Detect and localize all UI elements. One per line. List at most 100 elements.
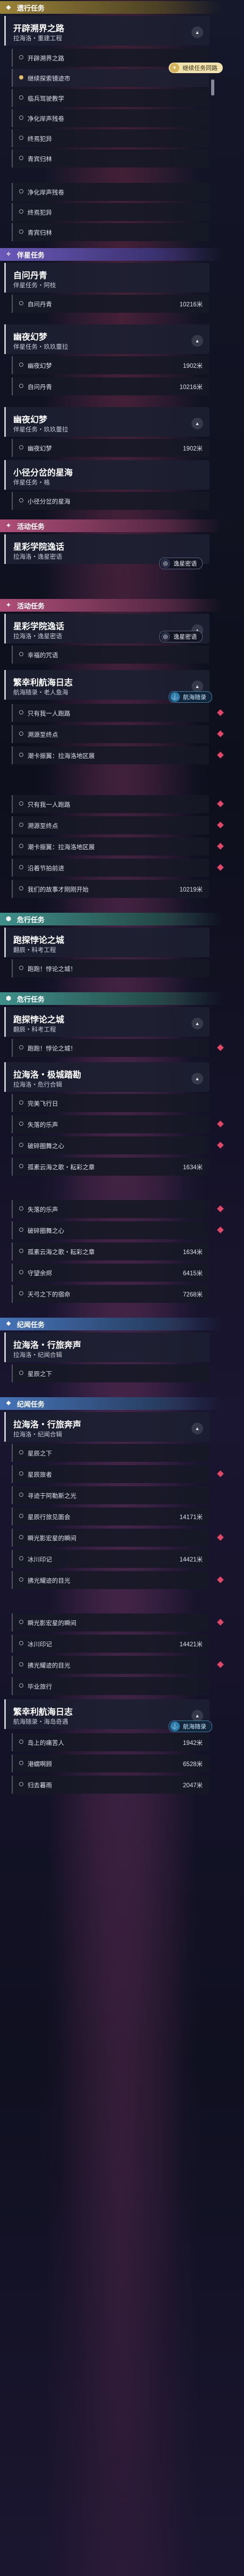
step-indicator-icon bbox=[19, 652, 23, 656]
quest-card[interactable]: 拉海洛・极城踏勘 拉海洛・危行合辑 ▲ bbox=[4, 1062, 210, 1092]
quest-step[interactable]: 岛上的痛苦人 1942米 bbox=[12, 1733, 209, 1751]
quest-step[interactable]: 星辰之下 bbox=[12, 1364, 209, 1382]
quest-step[interactable]: 幽夜幻梦 1902米 bbox=[12, 439, 209, 457]
section-header-chronicle: ❖ 纪闻任务 bbox=[0, 1397, 223, 1410]
quest-card[interactable]: 跑探悖论之城 翻辰・科考工程 bbox=[4, 928, 210, 957]
quest-card[interactable]: 幽夜幻梦 伴星任务・玖玖蕾拉 ▲ bbox=[4, 324, 210, 354]
distance-label: 10216米 bbox=[179, 302, 203, 308]
step-indicator-icon bbox=[19, 823, 23, 827]
quest-step[interactable]: 幸福的咒语 bbox=[12, 646, 209, 664]
quest-step[interactable]: 毕业旅行 bbox=[12, 1677, 209, 1695]
quest-step[interactable]: 拂光耀迹的目光 bbox=[12, 1571, 209, 1589]
quest-step[interactable]: 星辰旅者 bbox=[12, 1465, 209, 1483]
quest-step[interactable]: 完美飞行日 bbox=[12, 1094, 209, 1112]
quest-step[interactable]: 净化岸声残卷 bbox=[12, 109, 209, 127]
quest-step[interactable]: 守望余烬 6415米 bbox=[12, 1264, 209, 1282]
quest-step[interactable]: 我们的故事才刚刚开始 10219米 bbox=[12, 880, 209, 898]
objective-marker-icon bbox=[217, 752, 224, 758]
chevron-up-icon[interactable]: ▲ bbox=[191, 27, 203, 38]
quest-step[interactable]: 跑跑！悖论之城！ bbox=[12, 959, 209, 977]
quest-step[interactable]: 跑跑！悖论之城！ bbox=[12, 1039, 209, 1057]
quest-step[interactable]: 溯源至终点 bbox=[12, 725, 209, 743]
quest-card[interactable]: 自问丹青 伴星任务・阿枝 bbox=[4, 263, 210, 293]
chevron-up-icon[interactable]: ▲ bbox=[191, 418, 203, 429]
quest-step[interactable]: 失落的乐声 bbox=[12, 1115, 209, 1133]
quest-step[interactable]: 溯源至终点 bbox=[12, 816, 209, 834]
quest-card[interactable]: 小径分岔的星海 伴星任务・格 bbox=[4, 460, 210, 490]
section-label: 遗行任务 bbox=[17, 4, 45, 12]
quest-step[interactable]: 沿着节拍前进 bbox=[12, 859, 209, 877]
quest-step[interactable]: 自问丹青 10216米 bbox=[12, 377, 209, 395]
chevron-up-icon[interactable]: ▲ bbox=[191, 1423, 203, 1434]
quest-step[interactable]: 冰川印记 14421米 bbox=[12, 1550, 209, 1568]
quest-step[interactable]: 拂光耀迹的目光 bbox=[12, 1656, 209, 1674]
step-indicator-icon bbox=[19, 710, 23, 714]
event-icon: ✦ bbox=[6, 602, 11, 608]
step-indicator-icon bbox=[19, 136, 23, 140]
quest-step[interactable]: 临兵驾驶教学 bbox=[12, 89, 209, 107]
objective-marker-icon bbox=[217, 843, 224, 850]
quest-step[interactable]: 归去暮雨 2047米 bbox=[12, 1776, 209, 1794]
anchor-icon: ⚓ bbox=[170, 1722, 180, 1731]
chronicle-icon: ❖ bbox=[6, 1320, 11, 1327]
quest-step[interactable]: 终焉犯异 bbox=[12, 129, 209, 147]
quest-step[interactable]: 自问丹青 10216米 bbox=[12, 295, 209, 313]
chevron-up-icon[interactable]: ▲ bbox=[191, 1018, 203, 1029]
quest-card[interactable]: 拉海洛・行旅奔声 拉海洛・纪闻合辑 ▲ bbox=[4, 1412, 210, 1442]
voyage-tag[interactable]: ⚓ 航海随录 bbox=[169, 1721, 212, 1732]
continue-quest-tag[interactable]: ✦ 继续任务同路 bbox=[169, 63, 223, 73]
quest-step[interactable]: 失落的乐声 bbox=[12, 1200, 209, 1218]
quest-step[interactable]: 天弓之下的宿命 7268米 bbox=[12, 1285, 209, 1303]
quest-step[interactable]: 只有我一人跑路 bbox=[12, 795, 209, 813]
scroll-indicator[interactable] bbox=[211, 80, 214, 95]
quest-step[interactable]: 星辰行旅见面会 14171米 bbox=[12, 1507, 209, 1525]
quest-step[interactable]: 孤素云海之歌・耘彩之章 1634米 bbox=[12, 1158, 209, 1176]
quest-card[interactable]: 开辟溯界之路 拉海洛・重建工程 ▲ bbox=[4, 16, 210, 46]
quest-step[interactable]: 星辰之下 bbox=[12, 1444, 209, 1462]
quest-step[interactable]: 幽夜幻梦 1902米 bbox=[12, 356, 209, 374]
quest-card[interactable]: 跑探悖论之城 翻辰・科考工程 ▲ bbox=[4, 1007, 210, 1037]
quest-step[interactable]: 潮卡振翼：拉海洛地区展 bbox=[12, 837, 209, 855]
quest-step[interactable]: 潮卡振翼：拉海洛地区展 bbox=[12, 746, 209, 764]
quest-step[interactable]: 寻迹于阿勒斯之光 bbox=[12, 1486, 209, 1504]
section-label: 纪闻任务 bbox=[17, 1400, 45, 1408]
chevron-up-icon[interactable]: ▲ bbox=[191, 681, 203, 692]
chevron-up-icon[interactable]: ▲ bbox=[191, 1073, 203, 1084]
step-indicator-icon bbox=[19, 1683, 23, 1688]
quest-step[interactable]: 港蠕啊顾 6528米 bbox=[12, 1754, 209, 1772]
quest-step[interactable]: 瞬光影宏星的瞬间 bbox=[12, 1613, 209, 1631]
section-header-event: ✦ 活动任务 bbox=[0, 599, 223, 612]
chevron-up-icon[interactable]: ▲ bbox=[191, 1710, 203, 1722]
voyage-tag[interactable]: ⚓ 航海随录 bbox=[169, 691, 212, 703]
section-header-event: ✦ 活动任务 bbox=[0, 519, 223, 532]
chronicle-icon: ❖ bbox=[6, 1400, 11, 1407]
quest-step[interactable]: 净化岸声残卷 bbox=[12, 183, 209, 201]
step-indicator-icon bbox=[19, 1641, 23, 1645]
quest-step[interactable]: 瞬光影宏星的瞬间 bbox=[12, 1529, 209, 1547]
event-tag[interactable]: ◎ 逸星密语 bbox=[159, 558, 203, 569]
step-indicator-icon bbox=[19, 189, 23, 193]
event-tag[interactable]: ◎ 逸星密语 bbox=[159, 631, 203, 642]
chevron-up-icon[interactable]: ▲ bbox=[191, 335, 203, 347]
quest-card[interactable]: 拉海洛・行旅奔声 拉海洛・纪闻合辑 bbox=[4, 1333, 210, 1362]
step-indicator-icon bbox=[19, 209, 23, 214]
section-label: 危行任务 bbox=[17, 915, 45, 924]
quest-step[interactable]: 青宾归林 bbox=[12, 149, 209, 167]
section-label: 纪闻任务 bbox=[17, 1320, 45, 1329]
quest-step[interactable]: 孤素云海之歌・耘彩之章 1634米 bbox=[12, 1242, 209, 1260]
quest-step[interactable]: 只有我一人跑路 bbox=[12, 704, 209, 722]
quest-step[interactable]: 青宾归林 bbox=[12, 223, 209, 241]
step-indicator-icon bbox=[19, 801, 23, 806]
step-indicator-icon bbox=[19, 95, 23, 100]
quest-step[interactable]: 破碎圈舞之心 bbox=[12, 1221, 209, 1239]
step-indicator-icon bbox=[19, 55, 23, 59]
quest-step[interactable]: 冰川印记 14421米 bbox=[12, 1635, 209, 1653]
quest-step[interactable]: 终焉犯异 bbox=[12, 203, 209, 221]
anchor-icon: ⚓ bbox=[170, 692, 180, 702]
step-indicator-icon bbox=[19, 753, 23, 757]
section-label: 活动任务 bbox=[17, 522, 45, 531]
quest-card[interactable]: 幽夜幻梦 伴星任务・玖玖蕾拉 ▲ bbox=[4, 407, 210, 437]
quest-step[interactable]: 小径分岔的星海 bbox=[12, 492, 209, 510]
objective-marker-icon bbox=[217, 800, 224, 807]
quest-step[interactable]: 破碎圈舞之心 bbox=[12, 1136, 209, 1154]
